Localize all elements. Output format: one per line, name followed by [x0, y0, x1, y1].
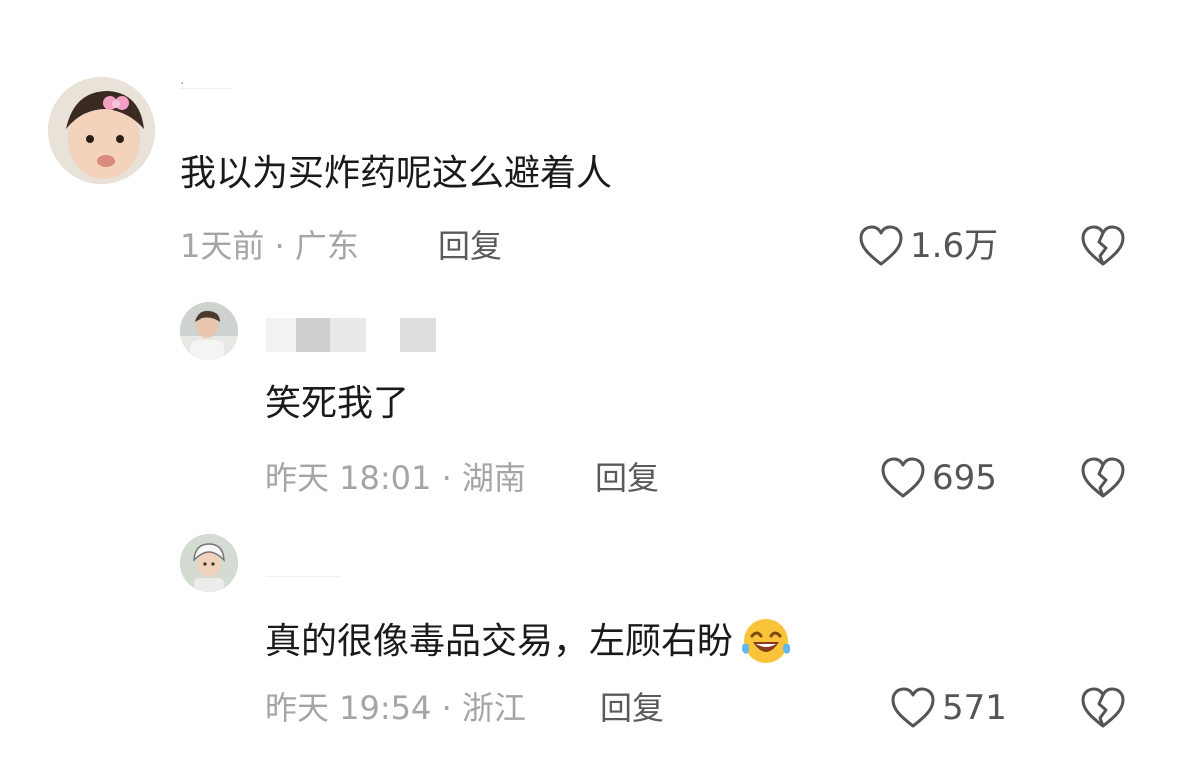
heart-outline-icon — [881, 457, 925, 498]
comment-text: 真的很像毒品交易，左顾右盼 — [265, 614, 795, 672]
reply-button[interactable]: 回复 — [438, 226, 502, 266]
username-redacted — [296, 318, 330, 352]
meta-separator: · — [441, 459, 452, 497]
comment-time: 1天前 — [180, 227, 265, 265]
comment-text: 我以为买炸药呢这么避着人 — [180, 153, 613, 194]
username-redacted — [330, 318, 366, 352]
like-button[interactable]: 695 — [880, 456, 997, 500]
meta-separator: · — [274, 227, 285, 265]
broken-heart-icon — [1081, 457, 1125, 498]
like-count: 571 — [942, 688, 1007, 728]
like-button[interactable]: 571 — [890, 686, 1007, 730]
laughing-tears-emoji-icon — [742, 619, 791, 663]
comment-text-content: 真的很像毒品交易，左顾右盼 — [265, 621, 734, 662]
dislike-button[interactable] — [1080, 686, 1126, 734]
like-count: 1.6万 — [910, 226, 999, 266]
reply-button[interactable]: 回复 — [600, 688, 664, 728]
comment-location: 浙江 — [461, 689, 526, 727]
like-count: 695 — [932, 458, 997, 498]
like-button[interactable]: 1.6万 — [858, 224, 998, 268]
avatar[interactable] — [180, 302, 238, 360]
reply-button[interactable]: 回复 — [595, 458, 659, 498]
comment-location: 广东 — [294, 227, 359, 265]
comment-meta: 1天前 · 广东 — [180, 226, 359, 266]
broken-heart-icon — [1081, 687, 1125, 728]
username[interactable] — [266, 568, 340, 577]
comment-text: 笑死我了 — [265, 383, 410, 424]
broken-heart-icon — [1081, 225, 1125, 266]
comment-time: 昨天 18:01 — [265, 459, 432, 497]
heart-outline-icon — [891, 687, 935, 728]
heart-outline-icon — [859, 225, 903, 266]
comment-meta: 昨天 19:54 · 浙江 — [265, 688, 526, 728]
dislike-button[interactable] — [1080, 456, 1126, 504]
comment-thread: · 我以为买炸药呢这么避着人 1天前 · 广东 回复 1.6万 笑死我了 昨天 … — [0, 0, 1178, 757]
username-redacted — [266, 318, 296, 352]
avatar[interactable] — [48, 77, 155, 184]
username-redacted — [400, 318, 436, 352]
comment-meta: 昨天 18:01 · 湖南 — [265, 458, 526, 498]
meta-separator: · — [441, 689, 452, 727]
comment-location: 湖南 — [461, 459, 526, 497]
username[interactable]: · — [180, 77, 232, 91]
avatar[interactable] — [180, 534, 238, 592]
comment-time: 昨天 19:54 — [265, 689, 432, 727]
dislike-button[interactable] — [1080, 224, 1126, 272]
